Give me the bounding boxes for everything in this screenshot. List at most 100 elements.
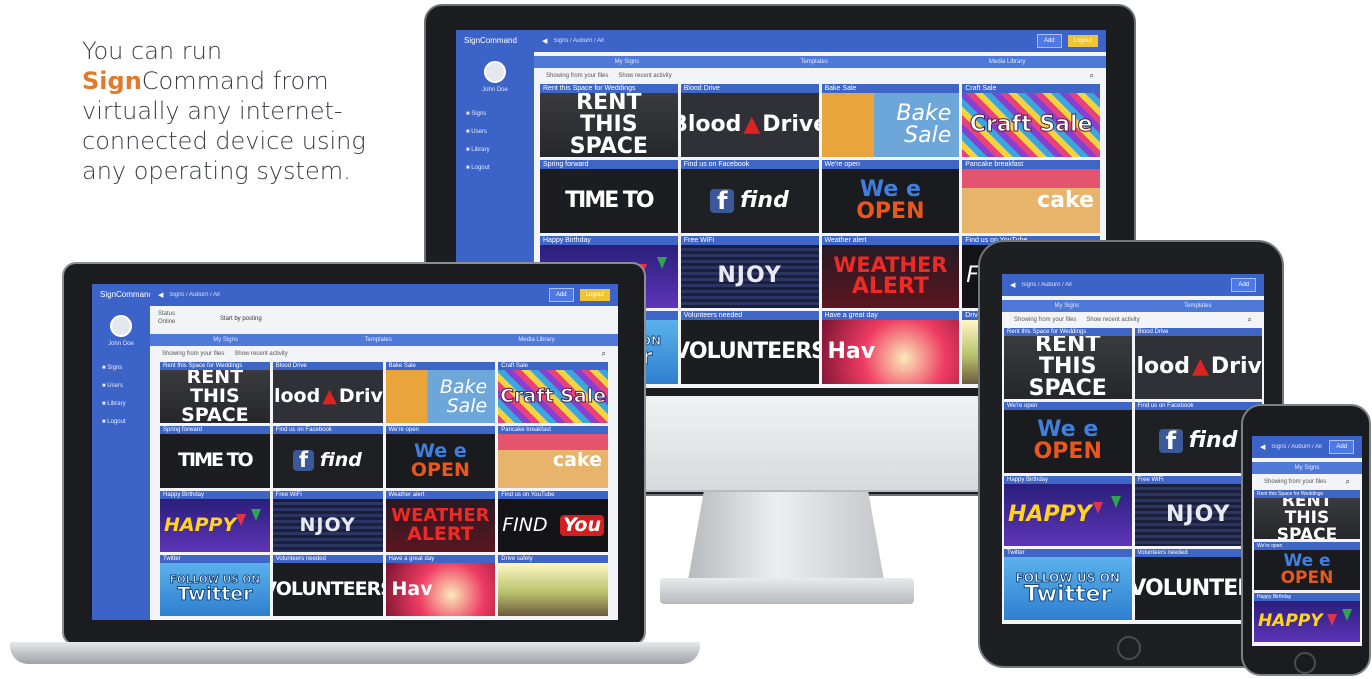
- sign-tile[interactable]: Bake Sale Bake Sale: [821, 84, 960, 157]
- add-button[interactable]: Add: [1329, 440, 1354, 454]
- sign-tile[interactable]: Rent this Space for Weddings RENT THIS SPA…: [540, 84, 678, 157]
- sign-art-text-2: find: [319, 449, 362, 472]
- sign-tile[interactable]: Craft Sale Craft Sale: [498, 362, 608, 424]
- search-icon[interactable]: ⌕: [1248, 315, 1252, 325]
- sign-tile[interactable]: Happy Birthday HAPPY: [1254, 593, 1360, 642]
- search-filter[interactable]: Showing from your files: [1264, 479, 1326, 485]
- search-icon[interactable]: ⌕: [602, 349, 606, 359]
- sign-title: Drive safely: [498, 554, 608, 563]
- pennant-icon: [656, 257, 667, 270]
- search-row: Showing from your files Show recent activ…: [534, 70, 1106, 82]
- search-filter[interactable]: Showing from your files: [1014, 317, 1076, 323]
- add-button[interactable]: Add: [1231, 278, 1256, 292]
- sign-tile[interactable]: Have a great day Hav: [385, 554, 496, 616]
- sign-tile[interactable]: We're open We e OPEN: [1004, 401, 1132, 473]
- sign-tile[interactable]: We're open We e OPEN: [385, 426, 496, 488]
- search-filter[interactable]: Showing from your files: [546, 73, 608, 79]
- sign-tile[interactable]: Craft Sale Craft Sale: [962, 84, 1100, 157]
- sidebar-item-label: Signs: [107, 365, 123, 371]
- sign-tile[interactable]: Find us on Facebook f find: [272, 426, 383, 488]
- top-bar: ◀ Signs / Auburn / All Add Logout: [534, 30, 1106, 52]
- tab-0[interactable]: My Signs: [213, 337, 238, 343]
- sidebar-item-library[interactable]: ■ Library: [456, 141, 534, 159]
- sign-tile[interactable]: Find us on Facebook f find: [680, 159, 819, 233]
- tab-2[interactable]: Media Library: [518, 337, 554, 343]
- sign-tile[interactable]: Spring forward TIME TO: [160, 426, 270, 488]
- tab-0[interactable]: My Signs: [1054, 303, 1079, 309]
- sign-tile[interactable]: Free WiFi NJOY: [272, 490, 383, 552]
- sign-tile[interactable]: Blood DriveBlood▲Drive: [1134, 328, 1262, 399]
- tab-1[interactable]: Templates: [1184, 303, 1211, 309]
- tab-0[interactable]: My Signs: [1295, 465, 1320, 471]
- back-arrow-icon[interactable]: ◀: [158, 291, 163, 299]
- sidebar-item-label: Users: [471, 129, 487, 135]
- sign-tile[interactable]: We're open We e OPEN: [821, 159, 960, 233]
- sign-grid: Rent this Space for Weddings RENT THIS SPA…: [160, 362, 608, 616]
- search-activity[interactable]: Show recent activity: [618, 73, 671, 79]
- tablet-home-button[interactable]: [1117, 636, 1141, 660]
- sign-tile[interactable]: Volunteers needed VOLUNTEERS: [680, 311, 819, 384]
- sign-title: Rent this Space for Weddings: [540, 84, 678, 93]
- sidebar-item-users[interactable]: ■ Users: [92, 377, 150, 395]
- sign-tile[interactable]: Weather alert WEATHER ALERT: [385, 490, 496, 552]
- logout-button[interactable]: Logout: [579, 289, 610, 301]
- breadcrumb: Signs / Auburn / All: [169, 292, 220, 298]
- sign-tile[interactable]: Find us on YouTube FIND You: [498, 490, 608, 552]
- tab-0[interactable]: My Signs: [615, 59, 640, 65]
- sign-tile[interactable]: Volunteers needed VOLUNTEERS: [272, 554, 383, 616]
- sidebar-item-logout[interactable]: ■ Logout: [92, 413, 150, 431]
- tagline-line-4: connected device using: [82, 127, 366, 155]
- tab-1[interactable]: Templates: [800, 59, 827, 65]
- sign-tile[interactable]: Free WiFi NJOY: [680, 235, 819, 309]
- sign-tile[interactable]: Rent this Space for Weddings RENT THIS SPA…: [160, 362, 270, 424]
- app-logo: SignCommand: [100, 290, 153, 299]
- sign-tile[interactable]: Rent this Space for Weddings RENT THIS SPA…: [1254, 490, 1360, 539]
- sign-tile[interactable]: Happy Birthday HAPPY: [160, 490, 270, 552]
- sign-tile[interactable]: TwitterFOLLOW US ONTwitter: [160, 554, 270, 616]
- sign-title: Craft Sale: [498, 362, 608, 370]
- sign-title: Twitter: [160, 554, 270, 563]
- sign-tile[interactable]: Have a great day Hav: [821, 311, 960, 384]
- back-arrow-icon[interactable]: ◀: [1260, 443, 1265, 451]
- sign-title: Find us on Facebook: [272, 426, 383, 435]
- sign-tile[interactable]: Pancake breakfast cake: [962, 159, 1100, 233]
- sign-tile[interactable]: Drive safely: [498, 554, 608, 616]
- phone-home-button[interactable]: [1294, 652, 1316, 674]
- search-filter[interactable]: Showing from your files: [162, 351, 224, 357]
- sign-tile[interactable]: Blood DriveBlood▲Drive: [680, 84, 819, 157]
- search-activity[interactable]: Show recent activity: [234, 351, 287, 357]
- back-arrow-icon[interactable]: ◀: [542, 37, 547, 45]
- back-arrow-icon[interactable]: ◀: [1010, 281, 1015, 289]
- sidebar-item-signs[interactable]: ■ Signs: [92, 359, 150, 377]
- sign-tile[interactable]: Pancake breakfast cake: [498, 426, 608, 488]
- search-icon[interactable]: ⌕: [1346, 477, 1350, 487]
- sidebar-item-users[interactable]: ■ Users: [456, 123, 534, 141]
- sign-tile[interactable]: Happy Birthday HAPPY: [1004, 475, 1132, 547]
- sign-tile[interactable]: Spring forward TIME TO: [540, 159, 678, 233]
- sign-title: Free WiFi: [272, 490, 383, 499]
- sign-title: We're open: [1004, 401, 1132, 410]
- sign-artwork: [498, 562, 608, 616]
- sign-artwork: HAPPY: [1004, 483, 1132, 547]
- tab-1[interactable]: Templates: [364, 337, 391, 343]
- sign-art-text: HAPPY: [164, 513, 237, 536]
- search-activity[interactable]: Show recent activity: [1086, 317, 1139, 323]
- laptop-base: [10, 642, 700, 664]
- logout-button[interactable]: Logout: [1067, 35, 1098, 47]
- sign-tile[interactable]: We're open We e OPEN: [1254, 541, 1360, 591]
- sign-tile[interactable]: Rent this Space for Weddings RENT THIS SPA…: [1004, 328, 1132, 399]
- sign-tile[interactable]: Blood DriveBlood▲Drive: [272, 362, 383, 424]
- sign-tile[interactable]: Bake Sale Bake Sale: [385, 362, 496, 424]
- sidebar-item-library[interactable]: ■ Library: [92, 395, 150, 413]
- sign-tile[interactable]: Weather alert WEATHER ALERT: [821, 235, 960, 309]
- sidebar-item-logout[interactable]: ■ Logout: [456, 159, 534, 177]
- sign-tile[interactable]: TwitterFOLLOW US ONTwitter: [1004, 549, 1132, 620]
- add-button[interactable]: Add: [1036, 34, 1062, 48]
- search-icon[interactable]: ⌕: [1090, 71, 1094, 81]
- avatar[interactable]: [484, 61, 506, 83]
- add-button[interactable]: Add: [548, 288, 574, 302]
- tab-2[interactable]: Media Library: [989, 59, 1025, 65]
- sidebar-item-signs[interactable]: ■ Signs: [456, 105, 534, 123]
- avatar[interactable]: [110, 315, 132, 337]
- pennant-icon: [1341, 609, 1352, 622]
